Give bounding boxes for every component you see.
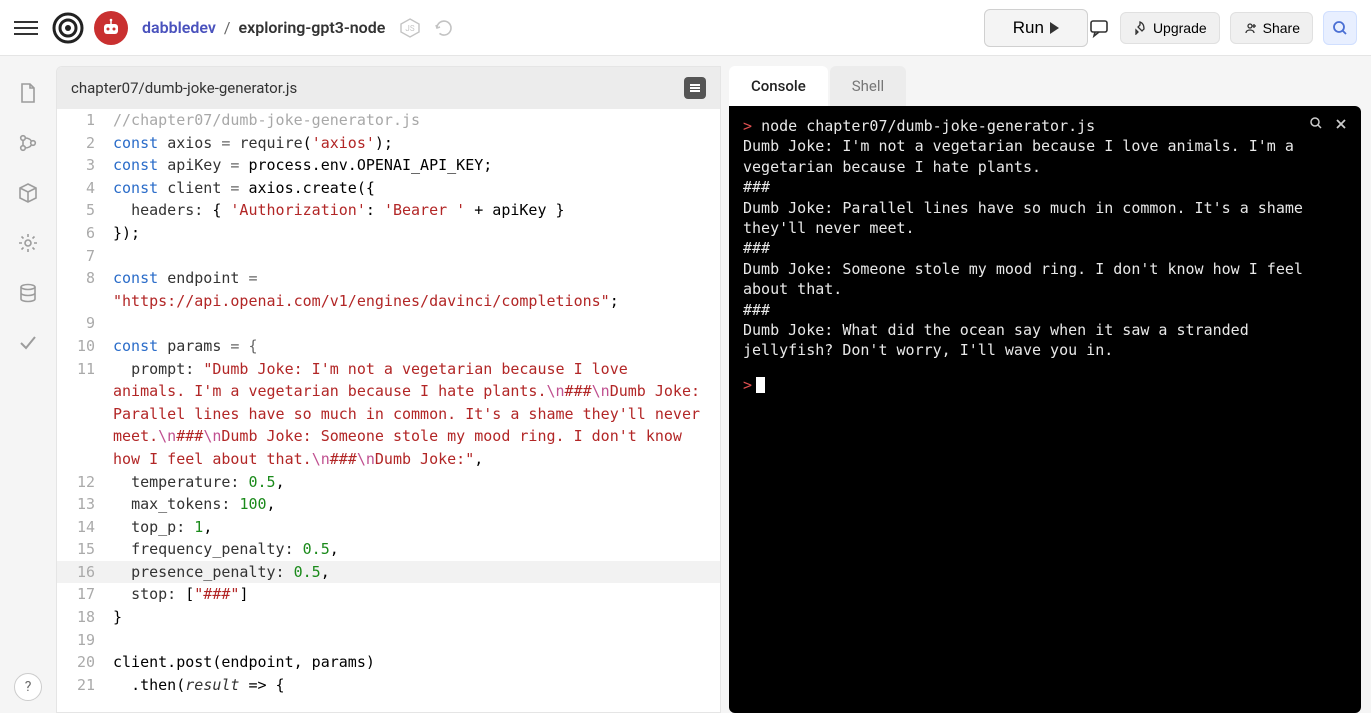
share-button[interactable]: Share — [1230, 12, 1313, 44]
console-pane: Console Shell > node chapter07/dumb-joke… — [729, 66, 1361, 713]
file-path: chapter07/dumb-joke-generator.js — [71, 79, 297, 97]
username-link[interactable]: dabbledev — [142, 18, 216, 37]
header: dabbledev / exploring-gpt3-node JS Run U… — [0, 0, 1371, 56]
share-icon — [1243, 21, 1257, 35]
breadcrumb-slash: / — [224, 18, 231, 37]
project-name[interactable]: exploring-gpt3-node — [239, 18, 386, 37]
chat-icon[interactable] — [1088, 17, 1110, 39]
package-icon[interactable] — [17, 182, 39, 204]
file-action-icon[interactable] — [684, 77, 706, 99]
terminal-search-icon[interactable] — [1309, 116, 1323, 136]
upgrade-button[interactable]: Upgrade — [1120, 12, 1220, 44]
database-icon[interactable] — [17, 282, 39, 304]
tab-console[interactable]: Console — [729, 66, 828, 106]
search-icon — [1332, 20, 1348, 36]
help-button[interactable]: ? — [14, 673, 42, 701]
file-icon[interactable] — [17, 82, 39, 104]
sidebar: ? — [0, 56, 56, 713]
settings-icon[interactable] — [17, 232, 39, 254]
tab-shell[interactable]: Shell — [830, 66, 906, 106]
logo-icon[interactable] — [52, 12, 84, 44]
terminal[interactable]: > node chapter07/dumb-joke-generator.js … — [729, 106, 1361, 713]
svg-text:JS: JS — [406, 24, 415, 33]
menu-icon[interactable] — [14, 16, 38, 40]
file-tab[interactable]: chapter07/dumb-joke-generator.js — [57, 67, 720, 109]
check-icon[interactable] — [17, 332, 39, 354]
code-editor[interactable]: 1//chapter07/dumb-joke-generator.js 2con… — [57, 109, 720, 712]
version-control-icon[interactable] — [17, 132, 39, 154]
rocket-icon — [1133, 21, 1147, 35]
console-tabs: Console Shell — [729, 66, 1361, 106]
user-avatar[interactable] — [94, 11, 128, 45]
language-icon: JS — [399, 17, 421, 39]
play-icon — [1050, 22, 1059, 34]
history-icon[interactable] — [433, 17, 455, 39]
cursor — [756, 377, 765, 393]
terminal-close-icon[interactable] — [1335, 116, 1347, 136]
editor-pane: chapter07/dumb-joke-generator.js 1//chap… — [56, 66, 721, 713]
run-label: Run — [1013, 18, 1044, 38]
search-button[interactable] — [1323, 11, 1357, 45]
run-button[interactable]: Run — [984, 9, 1088, 47]
